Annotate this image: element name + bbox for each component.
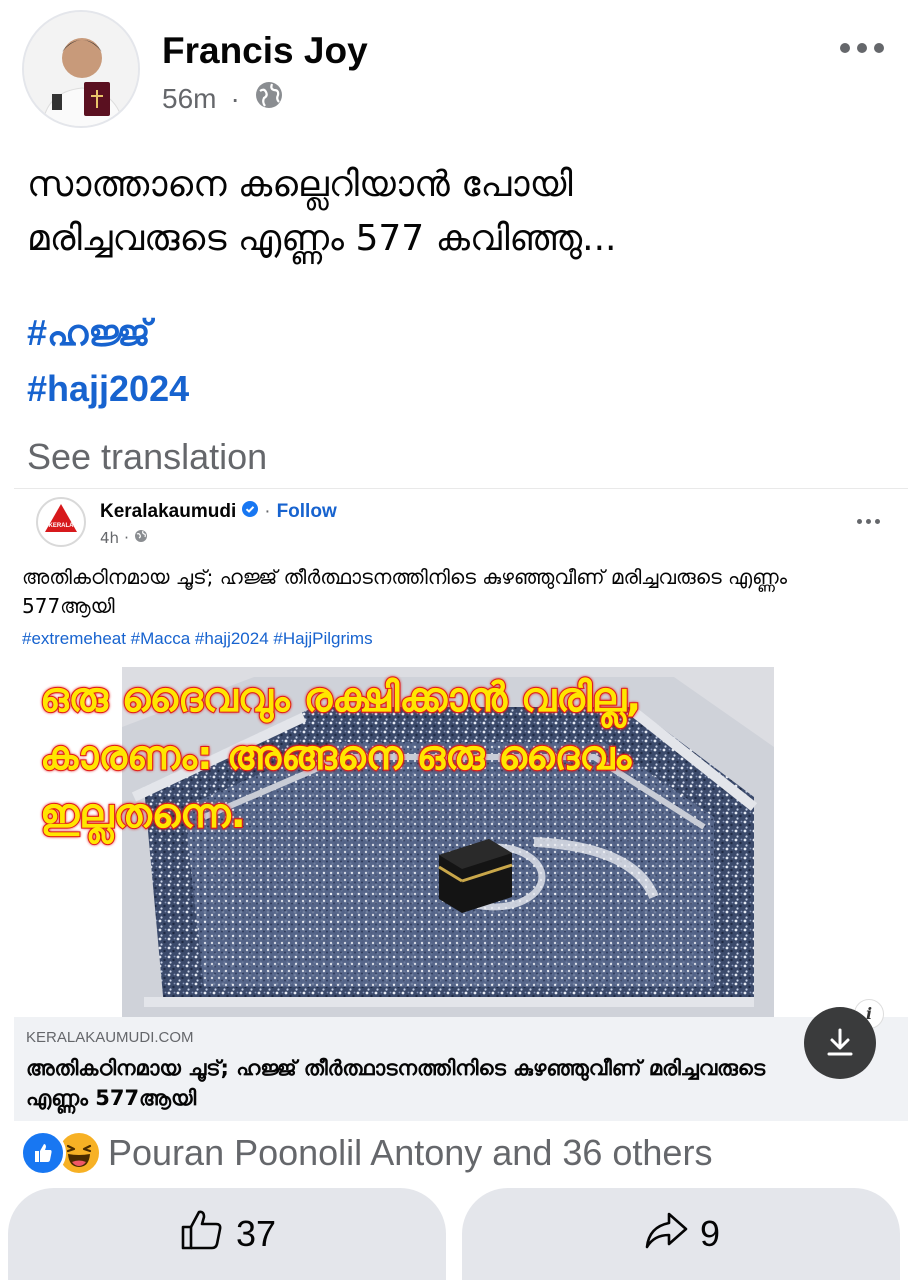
globe-icon [254, 80, 284, 117]
shared-post-time[interactable]: 4h [100, 529, 119, 547]
post-text-line-1: സാത്താനെ കല്ലെറിയാൻ പോയി [27, 164, 573, 205]
shared-meta-separator: · [124, 529, 129, 547]
link-title[interactable]: അതികഠിനമായ ചൂട്; ഹജ്ജ് തീർത്ഥാടനത്തിനിടെ… [26, 1053, 786, 1113]
keralakaumudi-logo[interactable]: KERALA [36, 497, 86, 547]
author-avatar[interactable] [22, 10, 140, 128]
post-meta: 56m · [162, 80, 284, 117]
overlay-text-line-2: കാരണം: അങ്ങനെ ഒരു ദൈവം [39, 732, 632, 780]
link-preview[interactable]: i KERALAKAUMUDI.COM അതികഠിനമായ ചൂട്; ഹജ്… [14, 999, 908, 1121]
share-button[interactable]: 9 [462, 1188, 900, 1280]
reactions-text[interactable]: Pouran Poonolil Antony and 36 others [108, 1132, 712, 1174]
shared-post-hashtags[interactable]: #extremeheat #Macca #hajj2024 #HajjPilgr… [22, 629, 373, 649]
reactions-summary[interactable]: Pouran Poonolil Antony and 36 others [20, 1128, 712, 1178]
thumbs-up-icon [178, 1206, 226, 1263]
shared-post-image[interactable]: ഒരു ദൈവവും രക്ഷിക്കാൻ വരില്ല, കാരണം: അങ്… [14, 667, 908, 1017]
meta-separator: · [230, 82, 240, 114]
see-translation-link[interactable]: See translation [27, 436, 267, 478]
share-arrow-icon [642, 1206, 690, 1263]
shared-post-meta: 4h · [100, 529, 148, 547]
action-bar: 37 9 [8, 1188, 900, 1280]
shared-post[interactable]: KERALA Keralakaumudi · Follow 4h · അതികഠ… [14, 488, 908, 1121]
post-text-line-2: മരിച്ചവരുടെ എണ്ണം 577 കവിഞ്ഞു... [27, 218, 617, 259]
post-time[interactable]: 56m [162, 83, 216, 115]
like-button[interactable]: 37 [8, 1188, 446, 1280]
like-count: 37 [235, 1213, 277, 1254]
shared-more-options-icon[interactable] [857, 519, 880, 524]
overlay-text-line-1: ഒരു ദൈവവും രക്ഷിക്കാൻ വരില്ല, [39, 674, 642, 722]
shared-page-header: Keralakaumudi · Follow [100, 501, 337, 523]
follow-button[interactable]: Follow [277, 501, 337, 523]
share-count: 9 [699, 1213, 721, 1254]
verified-badge-icon [242, 501, 259, 523]
more-options-icon[interactable] [840, 36, 888, 60]
follow-separator: · [264, 501, 271, 522]
like-reaction-icon [20, 1130, 66, 1176]
globe-icon [134, 529, 148, 547]
overlay-text-line-3: ഇല്ലതന്നെ. [39, 790, 247, 838]
download-icon[interactable] [804, 1007, 876, 1079]
hashtag-link-malayalam[interactable]: #ഹജ്ജ് [27, 312, 150, 355]
shared-page-name[interactable]: Keralakaumudi [100, 501, 236, 523]
post-header: Francis Joy 56m · [0, 0, 908, 140]
shared-post-text: അതികഠിനമായ ചൂട്; ഹജ്ജ് തീർത്ഥാടനത്തിനിടെ… [22, 565, 788, 618]
author-name[interactable]: Francis Joy [162, 30, 368, 72]
svg-text:KERALA: KERALA [49, 523, 75, 529]
link-domain: KERALAKAUMUDI.COM [26, 1029, 194, 1046]
post-body: സാത്താനെ കല്ലെറിയാൻ പോയി മരിച്ചവരുടെ എണ്… [27, 158, 887, 266]
hashtag-link-hajj2024[interactable]: #hajj2024 [27, 368, 189, 410]
